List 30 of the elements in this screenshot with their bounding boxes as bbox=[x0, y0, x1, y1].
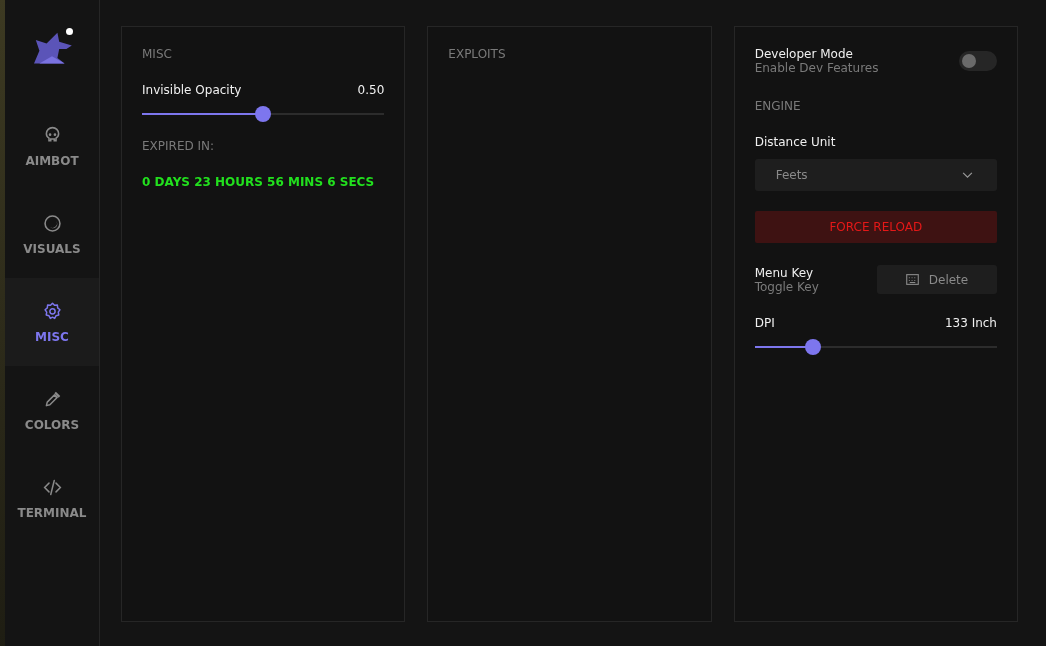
keyboard-icon bbox=[905, 274, 919, 285]
setting-label: Developer Mode bbox=[754, 47, 854, 61]
setting-description: Enable Dev Features bbox=[754, 61, 879, 75]
chevron-down-icon bbox=[962, 171, 973, 179]
section-heading: ENGINE bbox=[754, 99, 802, 113]
notification-dot bbox=[66, 28, 73, 35]
slider-value: 133 Inch bbox=[944, 316, 997, 330]
setting-label: Menu Key bbox=[754, 265, 815, 280]
toggle-switch[interactable] bbox=[959, 51, 997, 71]
keybind-button[interactable]: Delete bbox=[877, 265, 997, 294]
section-heading: EXPIRED IN: bbox=[142, 139, 216, 153]
force-reload-button[interactable]: FORCE RELOAD bbox=[754, 211, 997, 243]
slider-thumb[interactable] bbox=[804, 339, 821, 355]
sidebar-tab[interactable]: MISC bbox=[5, 278, 99, 366]
sidebar-tab[interactable]: VISUALS bbox=[5, 190, 99, 278]
sidebar-tab[interactable]: TERMINAL bbox=[5, 454, 99, 542]
slider-value: 0.50 bbox=[357, 83, 385, 97]
settings-icon bbox=[41, 300, 63, 322]
section-heading: EXPLOITS bbox=[448, 47, 507, 61]
slider-label: DPI bbox=[754, 316, 775, 330]
setting-description: Toggle Key bbox=[754, 279, 819, 294]
expiry-countdown: 0 DAYS 23 HOURS 56 MINS 6 SECS bbox=[142, 175, 376, 189]
sidebar-tab[interactable]: AIMBOT bbox=[5, 102, 99, 190]
slider-label: Invisible Opacity bbox=[142, 83, 242, 97]
section-heading: MISC bbox=[142, 47, 173, 61]
sidebar-tab[interactable]: COLORS bbox=[5, 366, 99, 454]
unit-dropdown[interactable]: Feets bbox=[754, 159, 997, 191]
slider-thumb[interactable] bbox=[255, 106, 272, 122]
dropdown-label: Distance Unit bbox=[754, 135, 837, 149]
moon-icon bbox=[41, 212, 63, 234]
